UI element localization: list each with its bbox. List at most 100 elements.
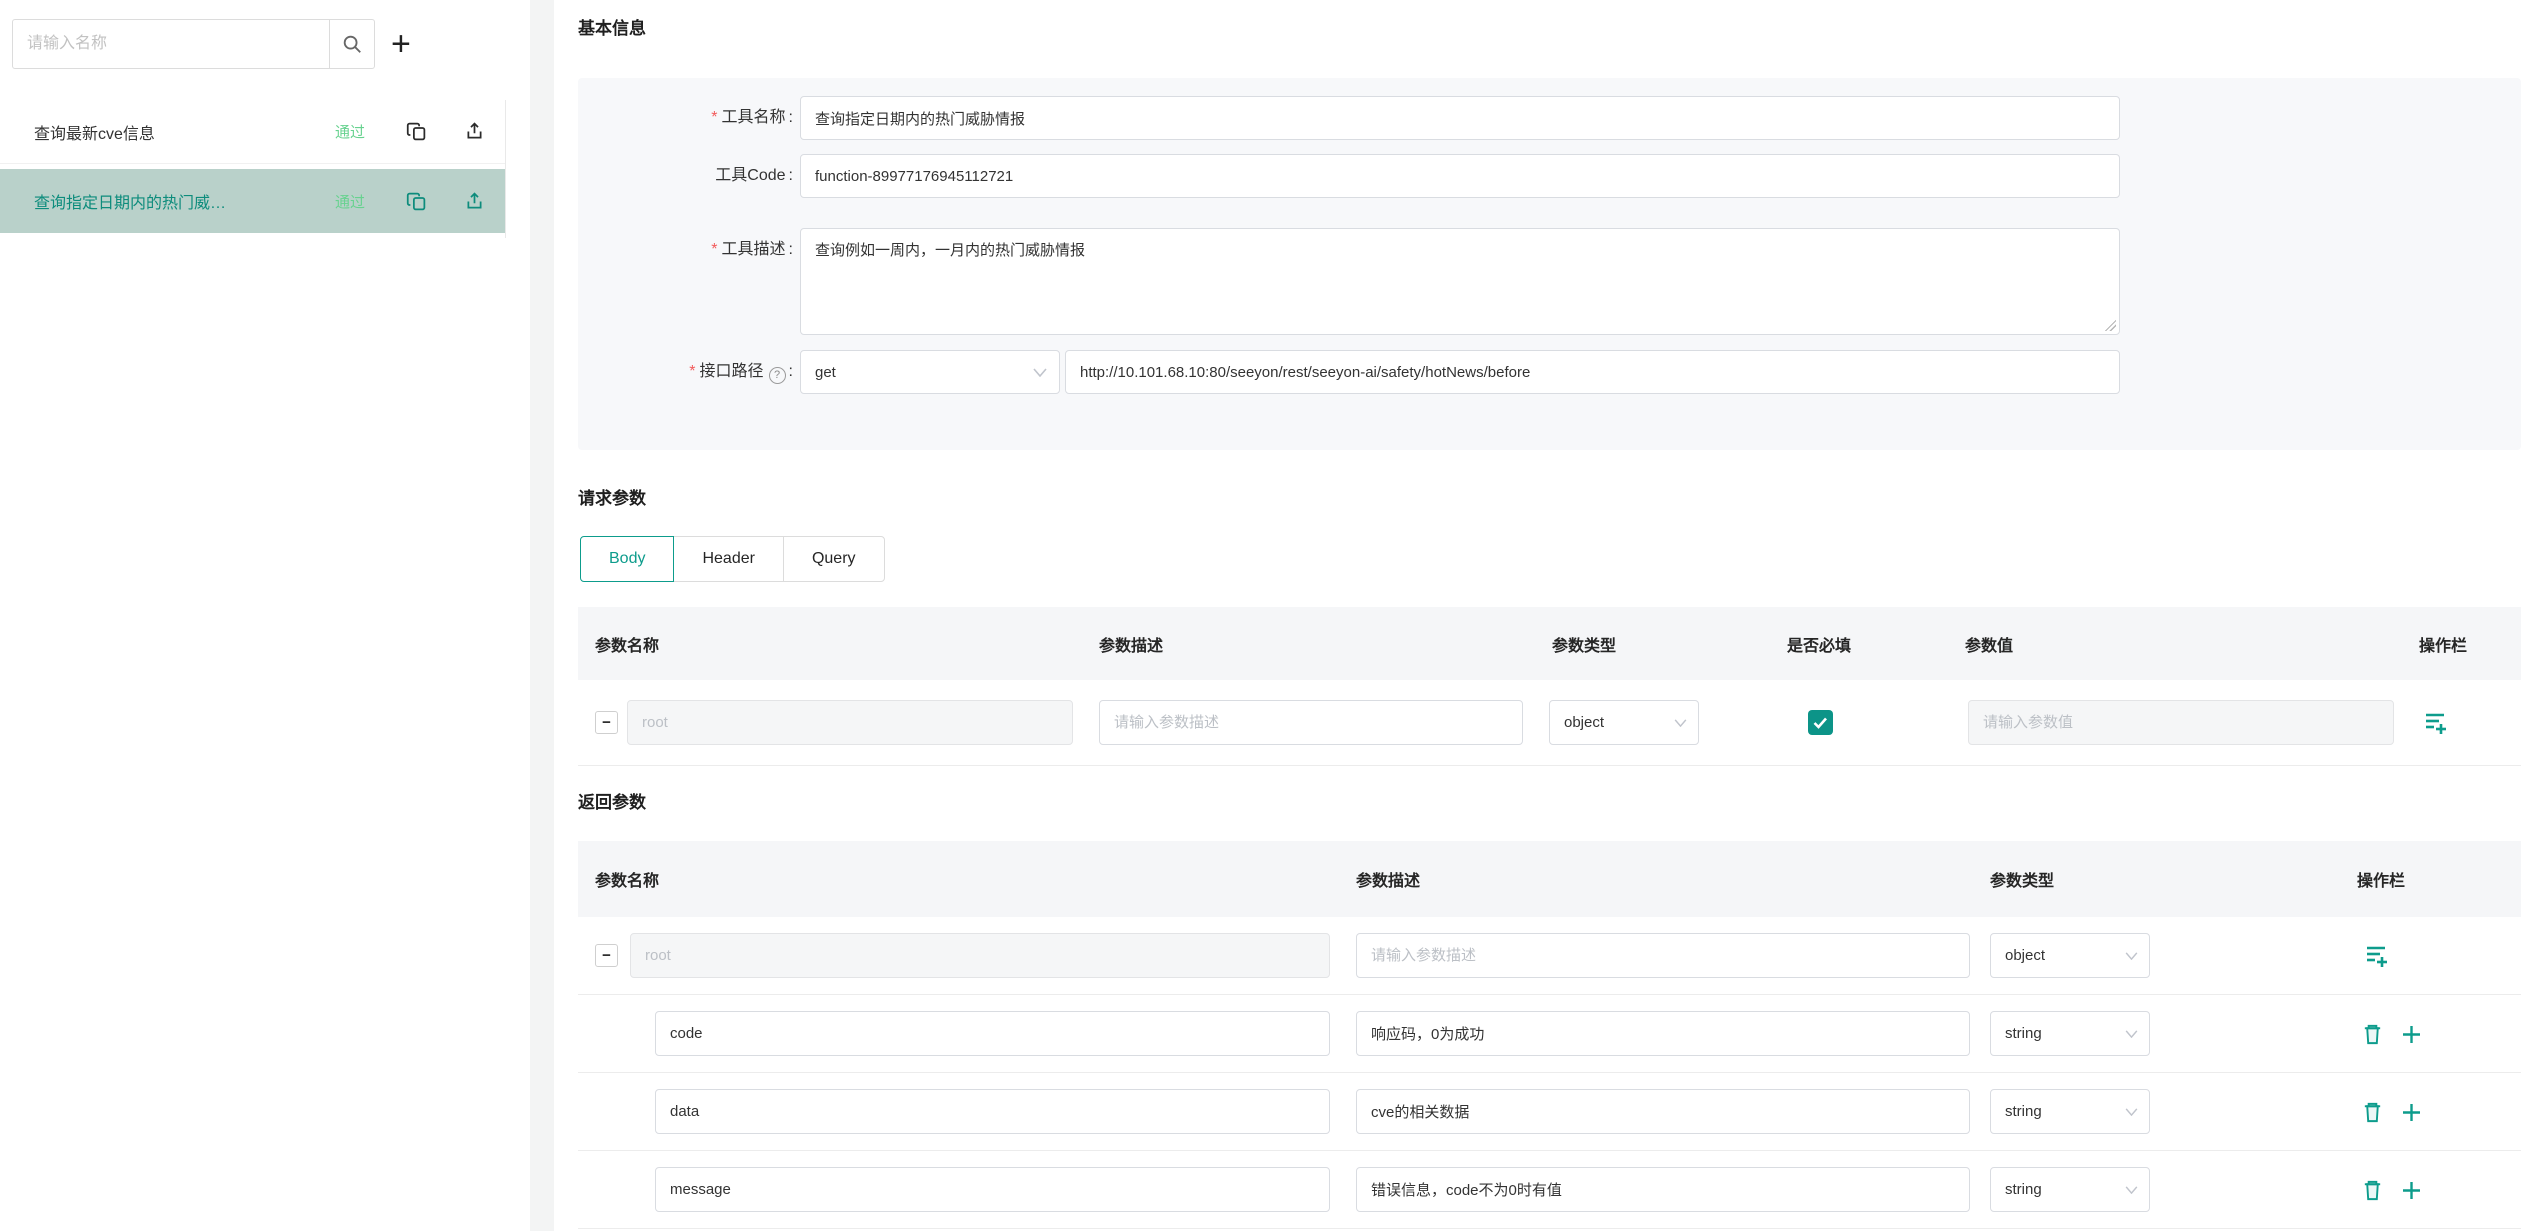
tool-list-item-selected[interactable]: 查询指定日期内的热门威胁情报 通过 [0, 169, 505, 233]
param-value-input[interactable] [1968, 700, 2394, 745]
check-icon [1813, 717, 1828, 729]
request-param-tabs: Body Header Query [580, 536, 885, 582]
trash-icon [2361, 1100, 2384, 1124]
copy-tool-button[interactable] [406, 190, 427, 212]
tool-list: 查询最新cve信息 通过 查询指定日期内的热门威胁情报 通过 [0, 100, 506, 238]
add-child-param-button[interactable] [2364, 944, 2390, 969]
copy-icon [406, 191, 427, 212]
col-param-value: 参数值 [1965, 632, 2013, 656]
param-type-value: object [1564, 714, 1604, 731]
sidebar: + 查询最新cve信息 通过 查询指定日期内的热门威胁情报 通过 [0, 0, 530, 1231]
status-badge: 通过 [335, 121, 370, 142]
param-name-input[interactable] [655, 1089, 1330, 1134]
http-method-value: get [815, 364, 836, 381]
tool-desc-textarea[interactable]: 查询例如一周内，一月内的热门威胁情报 [800, 228, 2120, 335]
param-type-select[interactable]: object [1549, 700, 1699, 745]
section-title-request-params: 请求参数 [578, 484, 646, 509]
required-asterisk: * [711, 241, 717, 258]
col-actions: 操作栏 [2419, 632, 2467, 656]
detail-panel: 基本信息 *工具名称 工具Code *工具描述 查询例如一周内，一月内的热门威胁… [578, 0, 2521, 1231]
help-icon[interactable]: ? [769, 367, 786, 384]
upload-icon [464, 121, 485, 142]
plus-icon [2401, 1102, 2422, 1123]
tool-list-item[interactable]: 查询最新cve信息 通过 [0, 100, 505, 164]
col-actions: 操作栏 [2357, 867, 2405, 891]
add-child-icon [2423, 711, 2449, 736]
field-label-tool-code: 工具Code [578, 154, 793, 198]
add-child-param-button[interactable] [2423, 711, 2449, 736]
publish-tool-button[interactable] [464, 190, 485, 212]
param-type-value: string [2005, 1103, 2042, 1120]
param-desc-input[interactable] [1099, 700, 1523, 745]
request-param-table: 参数名称 参数描述 参数类型 是否必填 参数值 操作栏 − object [578, 607, 2521, 766]
chevron-down-icon [2125, 1108, 2138, 1116]
param-name-input[interactable] [655, 1167, 1330, 1212]
param-desc-input[interactable] [1356, 1089, 1970, 1134]
param-row-root: − object [578, 917, 2521, 995]
add-child-icon [2364, 944, 2390, 969]
param-type-select[interactable]: string [1990, 1011, 2150, 1056]
status-badge: 通过 [335, 191, 370, 212]
required-asterisk: * [711, 109, 717, 126]
return-table-header: 参数名称 参数描述 参数类型 操作栏 [578, 841, 2521, 917]
basic-info-form: *工具名称 工具Code *工具描述 查询例如一周内，一月内的热门威胁情报 *接… [578, 78, 2521, 450]
delete-param-button[interactable] [2361, 1022, 2384, 1046]
http-method-select[interactable]: get [800, 350, 1060, 394]
tool-item-label: 查询指定日期内的热门威胁情报 [34, 189, 237, 213]
api-url-input[interactable] [1065, 350, 2120, 394]
tool-name-input[interactable] [800, 96, 2120, 140]
chevron-down-icon [1674, 719, 1687, 727]
param-type-select[interactable]: string [1990, 1167, 2150, 1212]
publish-tool-button[interactable] [464, 121, 485, 143]
add-param-button[interactable] [2401, 1102, 2422, 1123]
col-param-desc: 参数描述 [1356, 867, 1420, 891]
chevron-down-icon [1033, 368, 1047, 377]
section-title-basic-info: 基本信息 [578, 14, 646, 39]
delete-param-button[interactable] [2361, 1178, 2384, 1202]
required-checkbox-checked[interactable] [1808, 710, 1833, 735]
copy-tool-button[interactable] [406, 121, 427, 143]
chevron-down-icon [2125, 952, 2138, 960]
tab-query[interactable]: Query [783, 536, 885, 582]
request-table-header: 参数名称 参数描述 参数类型 是否必填 参数值 操作栏 [578, 607, 2521, 680]
param-type-select[interactable]: string [1990, 1089, 2150, 1134]
panel-divider [530, 0, 554, 1231]
upload-icon [464, 191, 485, 212]
return-param-table: 参数名称 参数描述 参数类型 操作栏 − object string [578, 841, 2521, 1229]
param-desc-input[interactable] [1356, 933, 1970, 978]
delete-param-button[interactable] [2361, 1100, 2384, 1124]
add-param-button[interactable] [2401, 1180, 2422, 1201]
collapse-row-button[interactable]: − [595, 711, 618, 734]
param-desc-input[interactable] [1356, 1167, 1970, 1212]
col-param-type: 参数类型 [1990, 867, 2054, 891]
param-name-input[interactable] [655, 1011, 1330, 1056]
col-param-name: 参数名称 [595, 867, 659, 891]
search-button[interactable] [329, 19, 375, 69]
add-tool-button[interactable]: + [391, 27, 411, 61]
param-name-input[interactable] [630, 933, 1330, 978]
param-row-root: − object [578, 680, 2521, 766]
plus-icon [2401, 1024, 2422, 1045]
tool-item-label: 查询最新cve信息 [34, 120, 237, 144]
param-type-value: object [2005, 947, 2045, 964]
trash-icon [2361, 1178, 2384, 1202]
tool-code-input[interactable] [800, 154, 2120, 198]
param-name-input[interactable] [627, 700, 1073, 745]
field-label-api-path: *接口路径? [578, 350, 793, 394]
param-type-select[interactable]: object [1990, 933, 2150, 978]
chevron-down-icon [2125, 1030, 2138, 1038]
collapse-row-button[interactable]: − [595, 944, 618, 967]
col-param-name: 参数名称 [595, 632, 659, 656]
param-type-value: string [2005, 1181, 2042, 1198]
param-desc-input[interactable] [1356, 1011, 1970, 1056]
tab-body[interactable]: Body [580, 536, 674, 582]
add-param-button[interactable] [2401, 1024, 2422, 1045]
search-bar: + [12, 19, 411, 69]
plus-icon [2401, 1180, 2422, 1201]
field-label-tool-name: *工具名称 [578, 96, 793, 140]
search-input[interactable] [12, 19, 330, 69]
chevron-down-icon [2125, 1186, 2138, 1194]
col-param-desc: 参数描述 [1099, 632, 1163, 656]
tab-header[interactable]: Header [673, 536, 783, 582]
textarea-resize-handle[interactable] [2105, 320, 2116, 331]
